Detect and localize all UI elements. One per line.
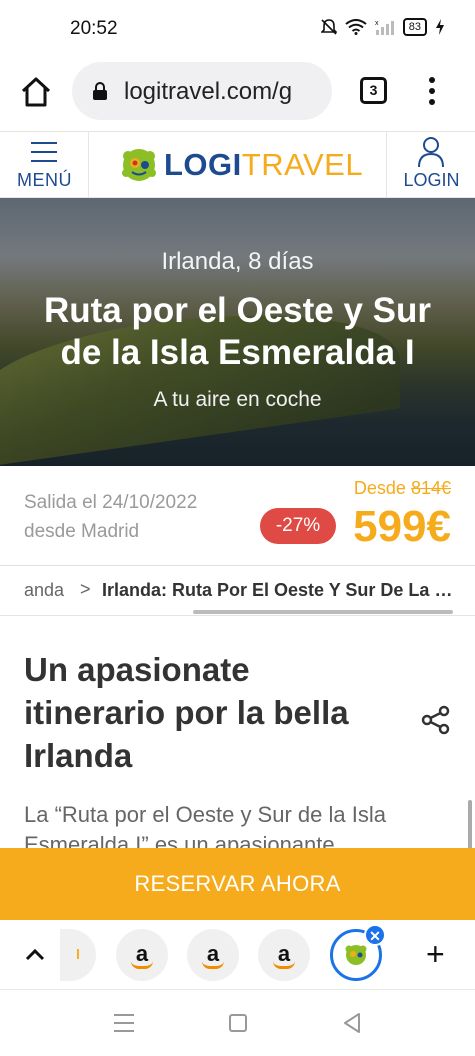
amazon-tab-icon[interactable]: a [187,929,239,981]
departure-city: desde Madrid [24,521,140,542]
hamburger-icon [31,142,57,169]
site-header: MENÚ LOGITRAVEL LOGIN [0,132,475,198]
hero-subtitle: Irlanda, 8 días [161,248,314,275]
lock-icon [93,82,107,100]
logo-text-travel: TRAVEL [241,147,364,182]
page-scrollbar[interactable] [468,800,472,848]
article-intro: La “Ruta por el Oeste y Sur de la Isla E… [24,802,386,848]
charging-icon [436,19,444,35]
user-icon [418,137,444,168]
old-price: 814€ [410,478,451,498]
wifi-icon [345,19,367,35]
menu-button[interactable]: MENÚ [0,132,89,198]
amazon-tab-icon[interactable]: a [116,929,168,981]
share-icon[interactable] [420,704,452,736]
from-label: Desde [353,478,406,498]
departure-date: Salida el 24/10/2022 [24,492,198,513]
tab-switcher-button[interactable]: 3 [360,77,387,104]
breadcrumb-scrollbar[interactable] [193,610,453,614]
breadcrumb-separator: > [80,579,91,599]
system-nav-bar [0,990,475,1056]
status-bar: 20:52 x 83 [0,0,475,60]
discount-badge: -27% [260,508,336,544]
hero-title: Ruta por el Oeste y Sur de la Isla Esmer… [43,291,432,372]
add-tab-icon[interactable]: + [426,938,445,970]
hero-note: A tu aire en coche [153,388,322,411]
svg-text:x: x [375,20,379,27]
login-button[interactable]: LOGIN [386,132,475,198]
reserve-now-button[interactable]: RESERVAR AHORA [0,848,475,920]
login-label: LOGIN [403,170,460,190]
recent-apps-icon[interactable] [114,1014,134,1038]
address-bar[interactable]: logitravel.com/g [72,62,332,120]
close-tab-icon[interactable]: ✕ [364,924,386,946]
logo-text-logi: LOGI [164,147,242,182]
url-text: logitravel.com/g [124,78,293,105]
breadcrumb: anda > Irlanda: Ruta Por El Oeste Y Sur … [0,566,475,616]
article-section: Un apasionate itinerario por la bella Ir… [0,616,475,848]
battery-indicator: 83 [402,18,427,36]
mute-bell-icon [320,19,337,35]
hero-banner: Irlanda, 8 días Ruta por el Oeste y Sur … [0,198,475,466]
tab-strip: l a a a ✕ + [0,920,475,990]
back-icon[interactable] [342,1012,362,1034]
more-options-icon[interactable] [422,74,442,108]
tab-thumbnail[interactable]: l [60,929,96,981]
browser-toolbar: logitravel.com/g 3 [0,60,475,132]
signal-icon: x [375,20,394,35]
departure-info: Salida el 24/10/2022 desde Madrid [24,488,197,546]
current-price: 599€ [353,502,451,551]
from-price-label: Desde 814€ [354,478,451,499]
status-time: 20:52 [70,18,118,39]
status-icons: x 83 [320,18,445,36]
amazon-tab-icon[interactable]: a [258,929,310,981]
logitravel-logo[interactable]: LOGITRAVEL [120,142,363,188]
menu-label: MENÚ [17,170,72,190]
article-title: Un apasionate itinerario por la bella Ir… [24,651,349,774]
offer-summary: Salida el 24/10/2022 desde Madrid Desde … [0,466,475,566]
breadcrumb-item[interactable]: anda [24,580,64,601]
chevron-up-icon[interactable] [22,942,48,968]
home-icon[interactable] [18,74,54,110]
breadcrumb-current: Irlanda: Ruta Por El Oeste Y Sur De La I… [102,580,454,600]
logo-mascot-icon [122,149,156,181]
home-nav-icon[interactable] [229,1014,247,1032]
